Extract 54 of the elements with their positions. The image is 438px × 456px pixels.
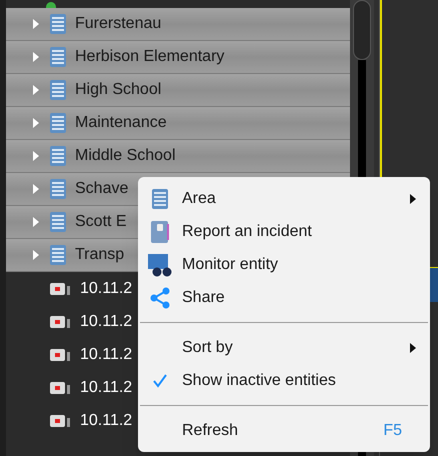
tree-item[interactable]: High School — [6, 74, 350, 107]
area-label: Furerstenau — [75, 14, 162, 34]
camera-icon — [50, 348, 72, 362]
shortcut-key: F5 — [383, 418, 402, 442]
submenu-arrow-icon — [410, 194, 416, 204]
area-label: Schave — [75, 179, 128, 199]
notebook-icon — [150, 220, 170, 244]
menu-item[interactable]: Share — [138, 281, 430, 314]
expand-arrow-icon[interactable] — [32, 151, 41, 161]
expand-arrow-icon[interactable] — [32, 118, 41, 128]
building-icon — [49, 13, 67, 35]
menu-item[interactable]: Refresh F5 — [138, 414, 430, 447]
area-label: Transp — [75, 245, 124, 265]
building-icon — [49, 112, 67, 134]
building-icon — [49, 211, 67, 233]
building-icon — [49, 145, 67, 167]
camera-label: 10.11.2 — [80, 344, 132, 364]
building-icon — [49, 79, 67, 101]
menu-item[interactable]: Show inactive entities — [138, 364, 430, 397]
area-label: Middle School — [75, 146, 176, 166]
status-icon — [46, 2, 56, 8]
camera-icon — [50, 380, 72, 394]
menu-item[interactable]: Area — [138, 182, 430, 215]
camera-label: 10.11.2 — [80, 312, 132, 332]
building-icon — [49, 178, 67, 200]
menu-item[interactable]: Sort by — [138, 331, 430, 364]
area-label: Herbison Elementary — [75, 47, 224, 67]
submenu-arrow-icon — [410, 342, 416, 352]
expand-arrow-icon[interactable] — [32, 52, 41, 62]
expand-arrow-icon[interactable] — [32, 184, 41, 194]
area-label: Scott E — [75, 212, 127, 232]
menu-item[interactable]: Report an incident — [138, 215, 430, 248]
building-icon — [49, 46, 67, 68]
camera-label: 10.11.2 — [80, 378, 132, 398]
camera-icon — [50, 282, 72, 296]
area-label: High School — [75, 80, 162, 100]
expand-arrow-icon[interactable] — [32, 85, 41, 95]
expand-arrow-icon[interactable] — [32, 217, 41, 227]
area-label: Maintenance — [75, 113, 167, 133]
expand-arrow-icon[interactable] — [32, 250, 41, 260]
camera-label: 10.11.2 — [80, 278, 132, 298]
camera-label: 10.11.2 — [80, 410, 132, 430]
tree-item[interactable]: Middle School — [6, 140, 350, 173]
tree-item[interactable]: Maintenance — [6, 107, 350, 140]
share-icon — [149, 286, 171, 308]
menu-item[interactable]: Monitor entity — [138, 248, 430, 281]
expand-arrow-icon[interactable] — [32, 19, 41, 29]
camera-icon — [50, 314, 72, 328]
scrollbar-thumb[interactable] — [353, 0, 371, 60]
tree-item[interactable]: Furerstenau — [6, 8, 350, 41]
camera-icon — [50, 414, 72, 428]
tree-item[interactable]: Herbison Elementary — [6, 41, 350, 74]
building-icon — [151, 188, 169, 210]
building-icon — [49, 244, 67, 266]
